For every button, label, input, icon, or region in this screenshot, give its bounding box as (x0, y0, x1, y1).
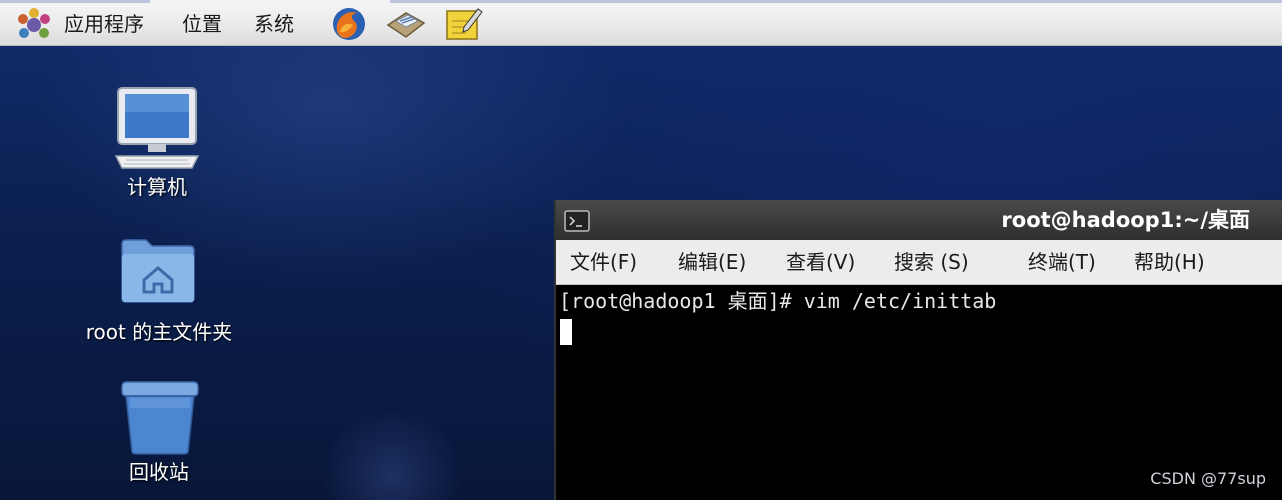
menu-system[interactable]: 系统 (254, 12, 294, 36)
gnome-foot-icon[interactable] (14, 6, 54, 46)
mail-icon[interactable] (384, 7, 428, 45)
terminal-window[interactable]: root@hadoop1:~/桌面 文件(F) 编辑(E) 查看(V) 搜索 (… (554, 200, 1282, 500)
terminal-menu-file[interactable]: 文件(F) (570, 250, 637, 274)
menu-places[interactable]: 位置 (182, 12, 222, 36)
terminal-menu-terminal[interactable]: 终端(T) (1028, 250, 1096, 274)
firefox-icon[interactable] (330, 5, 368, 47)
computer-icon (112, 84, 202, 178)
terminal-titlebar[interactable]: root@hadoop1:~/桌面 (556, 200, 1282, 241)
terminal-menubar: 文件(F) 编辑(E) 查看(V) 搜索 (S) 终端(T) 帮助(H) (556, 240, 1282, 285)
desktop-icon-trash[interactable]: 回收站 (64, 378, 254, 488)
terminal-menu-search[interactable]: 搜索 (S) (894, 250, 969, 274)
desktop-icon-computer[interactable]: 计算机 (62, 84, 252, 204)
terminal-menu-edit[interactable]: 编辑(E) (678, 250, 746, 274)
desktop-icon-home-folder[interactable]: root 的主文件夹 (64, 234, 254, 350)
terminal-output[interactable]: [root@hadoop1 桌面]# vim /etc/inittab (556, 285, 1282, 500)
terminal-cursor (560, 319, 572, 345)
desktop-icon-label: 回收站 (129, 460, 189, 484)
home-folder-icon (118, 234, 198, 310)
notes-icon[interactable] (444, 5, 484, 47)
terminal-menu-help[interactable]: 帮助(H) (1134, 250, 1205, 274)
terminal-command-line: [root@hadoop1 桌面]# vim /etc/inittab (559, 289, 997, 313)
terminal-icon (564, 210, 590, 236)
terminal-title: root@hadoop1:~/桌面 (1001, 208, 1250, 232)
watermark: CSDN @77sup (1150, 469, 1266, 488)
menu-applications[interactable]: 应用程序 (64, 12, 144, 36)
terminal-menu-view[interactable]: 查看(V) (786, 250, 855, 274)
desktop-icon-label: 计算机 (127, 175, 187, 199)
panel-top-strip (0, 0, 1282, 3)
top-panel: 应用程序 位置 系统 (0, 0, 1282, 46)
desktop-icon-label: root 的主文件夹 (85, 320, 233, 344)
trash-icon (120, 378, 200, 460)
